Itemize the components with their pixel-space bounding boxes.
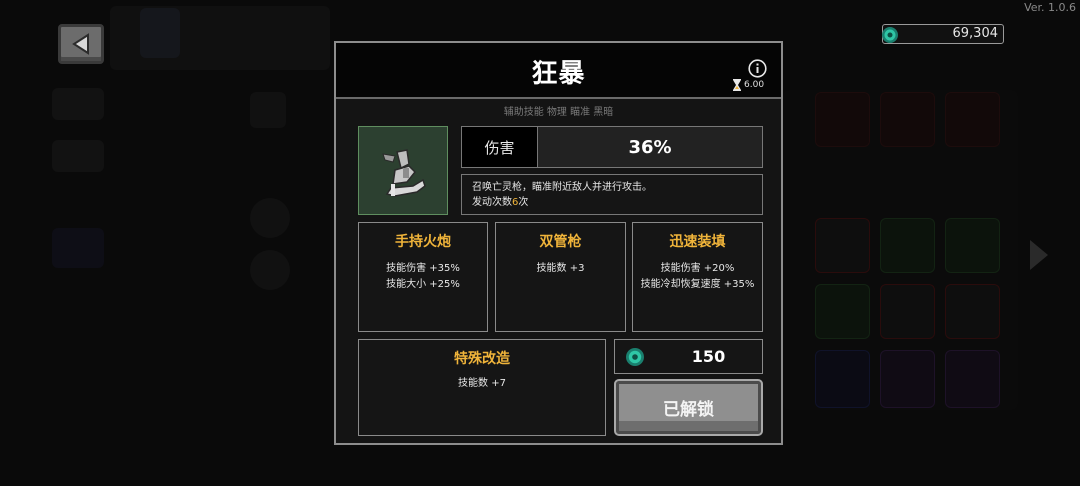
description-line-2: 发动次数6次	[472, 195, 752, 210]
bg-grid-cell	[815, 92, 870, 147]
bg-grid-cell	[880, 284, 935, 339]
mod-effects: 技能数 +7	[359, 376, 605, 392]
bg-grid-cell	[815, 350, 870, 408]
mod-title: 手持火炮	[395, 234, 451, 250]
bg-icon	[250, 250, 290, 290]
bg-grid-cell	[880, 218, 935, 273]
bg-grid-cell	[880, 350, 935, 408]
mod-title: 双管枪	[539, 234, 582, 250]
mod-effect: 技能伤害 +35%	[386, 263, 460, 274]
bg-side-tab	[52, 228, 104, 268]
dialog-header: 狂暴 6.00	[336, 43, 781, 99]
mod-effect: 技能数 +3	[536, 263, 585, 274]
bg-grid-cell	[815, 218, 870, 273]
skill-description: 召唤亡灵枪，瞄准附近敌人并进行攻击。 发动次数6次	[461, 174, 763, 215]
mod-effect: 技能数 +7	[458, 378, 506, 389]
damage-value: 36%	[628, 136, 672, 158]
back-arrow-icon	[72, 33, 89, 55]
mod-title: 迅速装填	[669, 234, 726, 250]
mod-effect: 技能大小 +25%	[386, 279, 460, 290]
skill-detail-dialog: 狂暴 6.00 辅助技能 物理 瞄准 黑暗 伤害 36% 召唤亡灵枪，瞄准附近敌…	[334, 41, 783, 445]
unlock-cost: 150	[614, 339, 763, 374]
bg-grid-cell	[880, 92, 935, 147]
bg-grid-cell	[945, 350, 1000, 408]
green-gem-icon	[882, 27, 898, 43]
mod-card-handheld-cannon[interactable]: 手持火炮 技能伤害 +35% 技能大小 +25%	[358, 222, 488, 332]
bg-grid-cell	[945, 218, 1000, 273]
unlock-button[interactable]: 已解锁	[614, 379, 763, 436]
back-button[interactable]	[58, 24, 104, 64]
mod-effects: 技能伤害 +20% 技能冷却恢复速度 +35%	[633, 261, 762, 293]
cooldown-value: 6.00	[744, 80, 765, 90]
description-line-1: 召唤亡灵枪，瞄准附近敌人并进行攻击。	[472, 182, 652, 193]
bg-icon	[250, 92, 286, 128]
mod-title: 特殊改造	[454, 351, 510, 367]
next-arrow-icon[interactable]	[1028, 238, 1050, 272]
bg-grid-cell	[815, 284, 870, 339]
mod-effect: 技能伤害 +20%	[660, 263, 735, 274]
trigger-count-label: 发动次数	[472, 197, 512, 208]
skill-tags: 辅助技能 物理 瞄准 黑暗	[503, 107, 614, 118]
info-icon[interactable]	[748, 59, 767, 78]
bg-side-tab	[52, 140, 104, 172]
mod-card-double-barrel[interactable]: 双管枪 技能数 +3	[495, 222, 626, 332]
mod-effect: 技能冷却恢复速度 +35%	[640, 279, 755, 290]
bg-grid-cell	[945, 284, 1000, 339]
currency-bar: 69,304	[882, 24, 1004, 44]
currency-amount: 69,304	[952, 26, 999, 41]
cooldown: 6.00	[733, 79, 764, 91]
damage-row: 伤害 36%	[461, 126, 763, 168]
mod-effects: 技能伤害 +35% 技能大小 +25%	[359, 261, 487, 293]
bg-side-tab	[52, 88, 104, 120]
skill-icon-frame	[358, 126, 448, 215]
summoned-gun-icon	[382, 148, 426, 197]
bg-icon	[250, 198, 290, 238]
version-label: Ver. 1.0.6	[1024, 1, 1076, 14]
damage-label: 伤害	[462, 127, 538, 167]
trigger-count-suffix: 次	[518, 197, 529, 208]
mod-card-quick-reload[interactable]: 迅速装填 技能伤害 +20% 技能冷却恢复速度 +35%	[632, 222, 763, 332]
hourglass-icon	[733, 79, 741, 91]
bg-character	[140, 8, 180, 58]
mod-card-special-modification[interactable]: 特殊改造 技能数 +7	[358, 339, 606, 436]
bg-grid-cell	[945, 92, 1000, 147]
green-gem-icon	[626, 348, 644, 366]
mod-effects: 技能数 +3	[496, 261, 625, 277]
skill-title: 狂暴	[531, 59, 586, 89]
cost-value: 150	[691, 347, 726, 366]
